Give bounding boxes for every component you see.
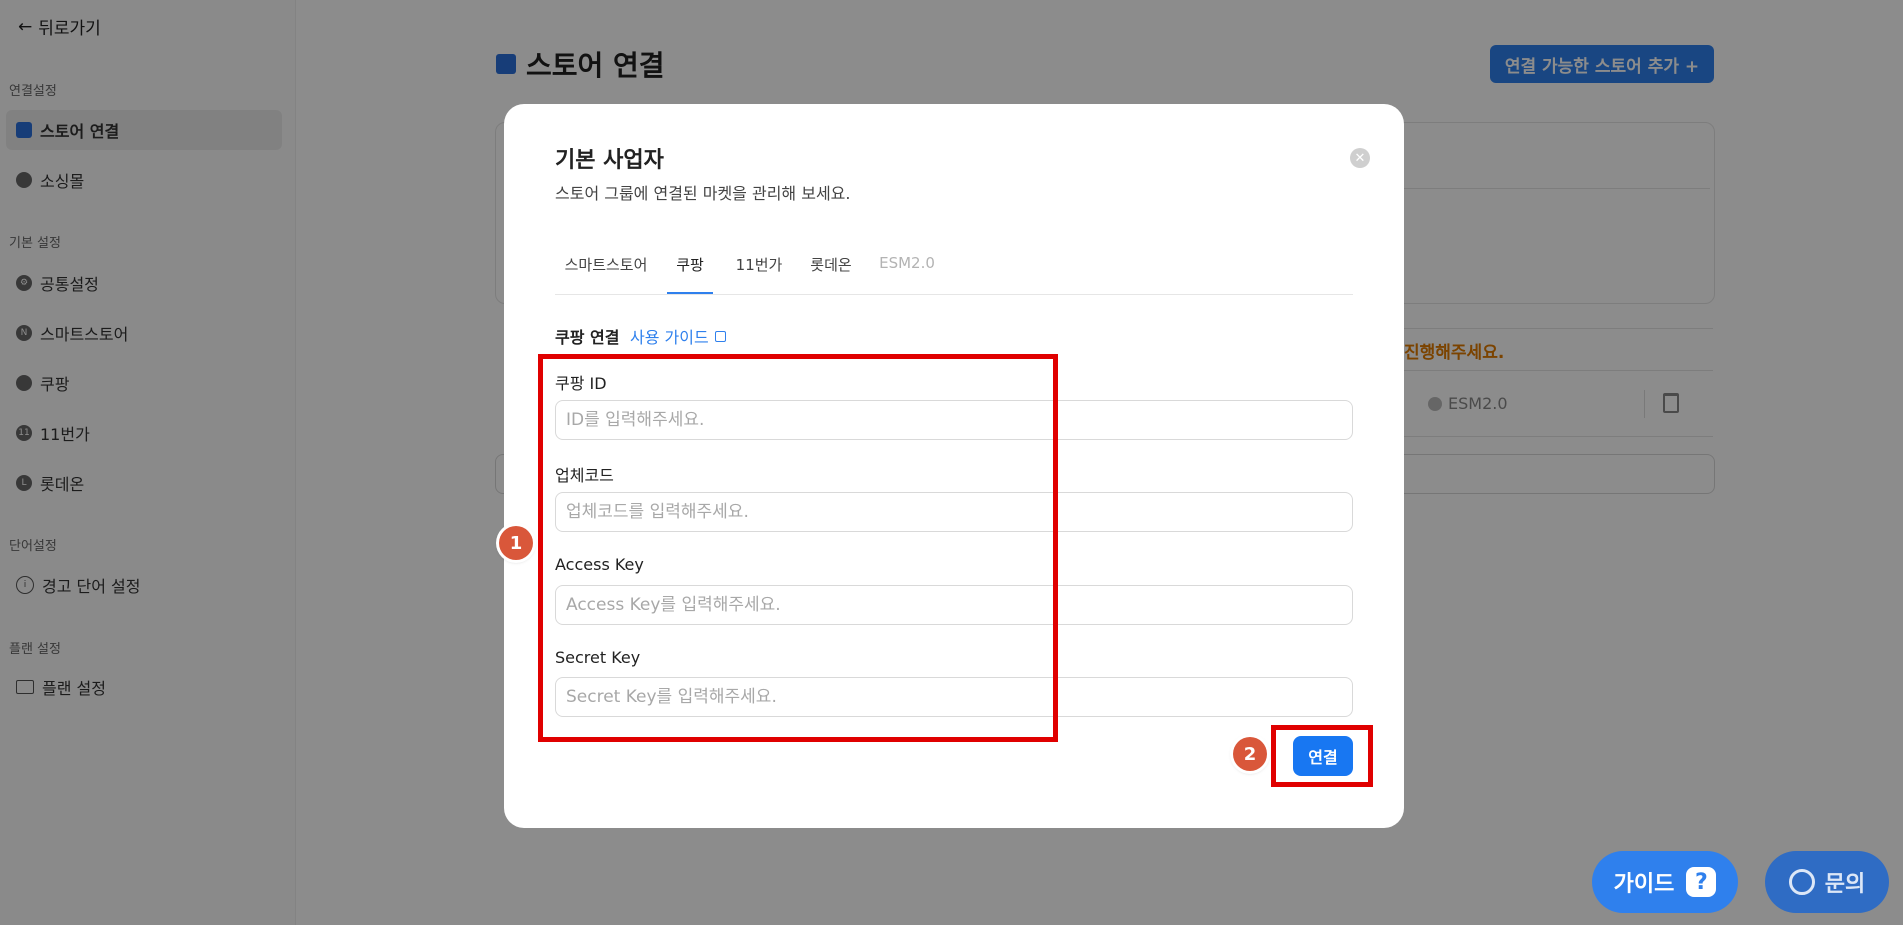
tab-smartstore[interactable]: 스마트스토어: [555, 254, 657, 293]
usage-guide-label: 사용 가이드: [630, 328, 709, 347]
inquiry-button-label: 문의: [1824, 872, 1866, 897]
market-tabs: 스마트스토어 쿠팡 11번가 롯데온 ESM2.0: [555, 254, 1353, 295]
section-title: 쿠팡 연결: [555, 328, 620, 347]
question-icon: ?: [1686, 867, 1717, 897]
highlight-box-connect: [1271, 725, 1373, 787]
external-link-icon: [714, 330, 726, 342]
highlight-box-fields: [538, 354, 1058, 742]
guide-button[interactable]: 가이드 ?: [1592, 851, 1738, 913]
tab-11st[interactable]: 11번가: [729, 254, 789, 293]
usage-guide-link[interactable]: 사용 가이드: [630, 324, 726, 348]
tab-lotteon[interactable]: 롯데온: [805, 254, 857, 293]
headset-icon: [1788, 869, 1815, 895]
tab-coupang[interactable]: 쿠팡: [667, 254, 713, 294]
tab-esm: ESM2.0: [879, 254, 935, 272]
step-marker-1: 1: [499, 526, 533, 560]
step-marker-2: 2: [1233, 737, 1267, 771]
close-icon[interactable]: ✕: [1350, 148, 1370, 168]
modal-subtitle: 스토어 그룹에 연결된 마켓을 관리해 보세요.: [555, 184, 851, 203]
guide-button-label: 가이드: [1613, 872, 1675, 897]
inquiry-button[interactable]: 문의: [1765, 851, 1889, 913]
modal-title: 기본 사업자: [555, 148, 664, 173]
